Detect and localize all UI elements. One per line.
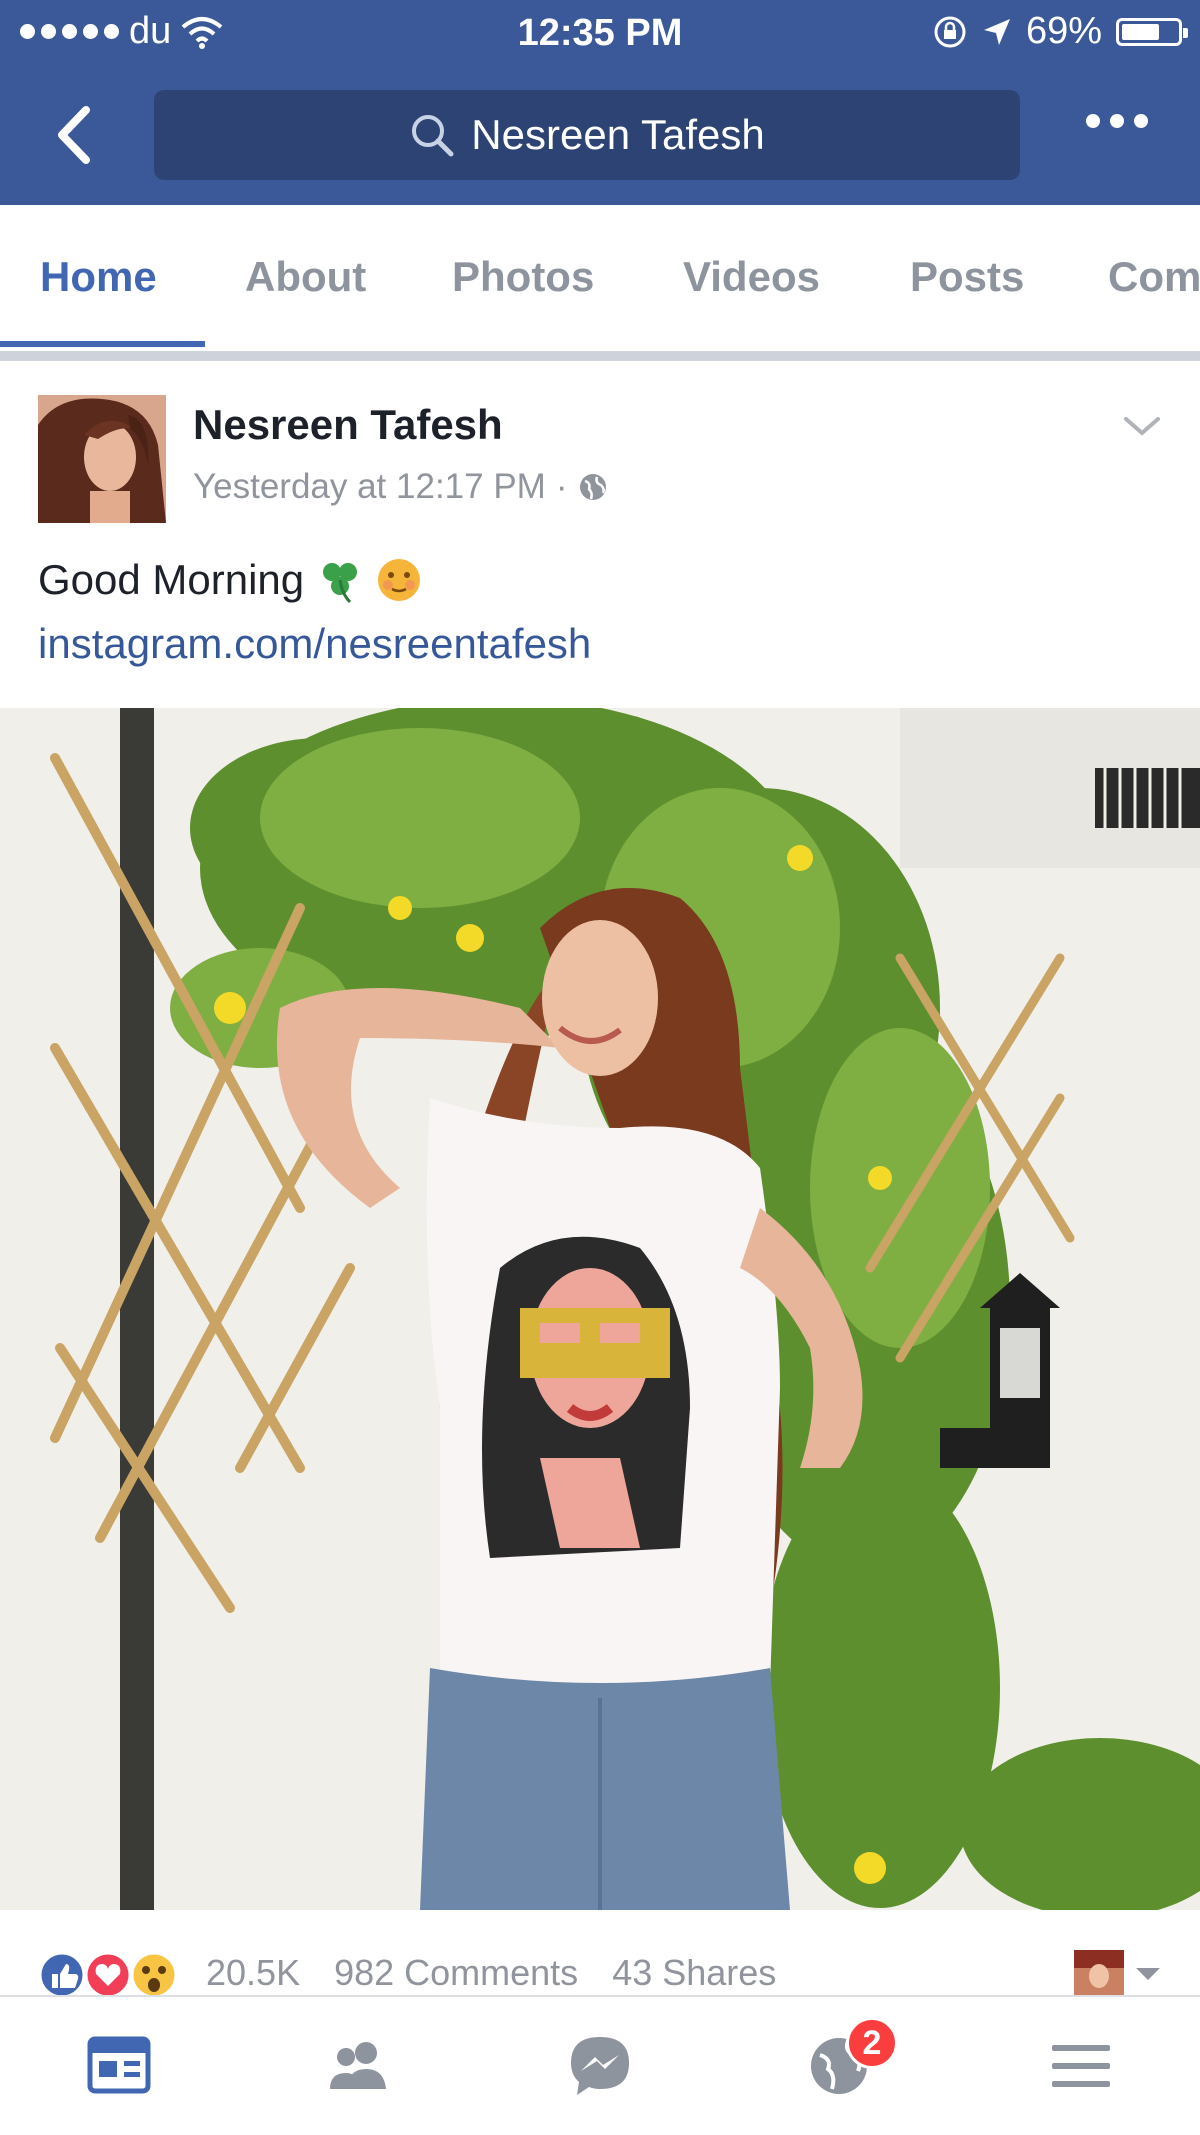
- globe-icon: [580, 474, 607, 500]
- notifications-button[interactable]: 2: [806, 2017, 898, 2101]
- tab-community[interactable]: Com: [1108, 253, 1200, 301]
- comments-count[interactable]: 982 Comments: [334, 1952, 578, 1994]
- more-options-icon[interactable]: [1086, 114, 1148, 128]
- page-tabs: Home About Photos Videos Posts Com: [0, 205, 1200, 361]
- battery-icon: [1116, 17, 1188, 46]
- tab-posts[interactable]: Posts: [910, 253, 1024, 301]
- post-link[interactable]: instagram.com/nesreentafesh: [38, 620, 591, 668]
- top-bar: du 12:35 PM 69% Nesreen Tafesh: [0, 0, 1200, 205]
- post-header: Nesreen Tafesh Yesterday at 12:17 PM ·: [0, 361, 1200, 523]
- search-text: Nesreen Tafesh: [471, 111, 765, 158]
- bottom-navigation: 2: [0, 1995, 1200, 2135]
- meta-separator: ·: [555, 467, 568, 506]
- reactions-bar: 20.5K 982 Comments 43 Shares: [0, 1910, 1200, 2000]
- post-message: Good Morning: [38, 556, 422, 604]
- notification-badge: 2: [846, 2017, 898, 2069]
- messenger-icon[interactable]: [565, 2031, 635, 2101]
- tab-photos[interactable]: Photos: [452, 253, 594, 301]
- tab-videos[interactable]: Videos: [683, 253, 820, 301]
- menu-icon[interactable]: [1046, 2031, 1116, 2101]
- search-bar[interactable]: Nesreen Tafesh: [154, 90, 1020, 180]
- location-arrow-icon: [983, 18, 1010, 45]
- rotation-lock-icon: [934, 16, 966, 47]
- tab-home[interactable]: Home: [40, 253, 157, 301]
- post-timestamp[interactable]: Yesterday at 12:17 PM: [193, 467, 546, 507]
- blushing-face-emoji-icon: [378, 559, 421, 601]
- caret-down-icon[interactable]: [1136, 1968, 1160, 1980]
- news-feed-icon[interactable]: [84, 2031, 154, 2101]
- back-arrow-icon[interactable]: [46, 100, 106, 170]
- reaction-profile-avatar[interactable]: [1074, 1950, 1124, 1996]
- tab-about[interactable]: About: [245, 253, 366, 301]
- reactions-count[interactable]: 20.5K: [206, 1952, 300, 1994]
- search-icon: [412, 115, 454, 157]
- avatar[interactable]: [38, 395, 166, 523]
- post-text: Good Morning: [38, 556, 305, 603]
- friends-icon[interactable]: [324, 2031, 394, 2101]
- shares-count[interactable]: 43 Shares: [612, 1952, 776, 1994]
- post-photo[interactable]: [0, 708, 1200, 1910]
- navigation-bar: Nesreen Tafesh: [0, 80, 1200, 190]
- post-meta: Yesterday at 12:17 PM ·: [193, 467, 609, 507]
- chevron-down-icon[interactable]: [1122, 411, 1162, 441]
- reaction-icons[interactable]: [38, 1950, 198, 2000]
- shamrock-emoji-icon: [323, 563, 358, 604]
- battery-percent: 69%: [1025, 10, 1102, 52]
- engagement-stats: 20.5K 982 Comments 43 Shares: [206, 1952, 776, 1994]
- status-bar: du 12:35 PM 69%: [0, 0, 1200, 66]
- status-right: 69%: [932, 10, 1188, 53]
- active-tab-indicator: [0, 341, 205, 347]
- post-author[interactable]: Nesreen Tafesh: [193, 401, 503, 449]
